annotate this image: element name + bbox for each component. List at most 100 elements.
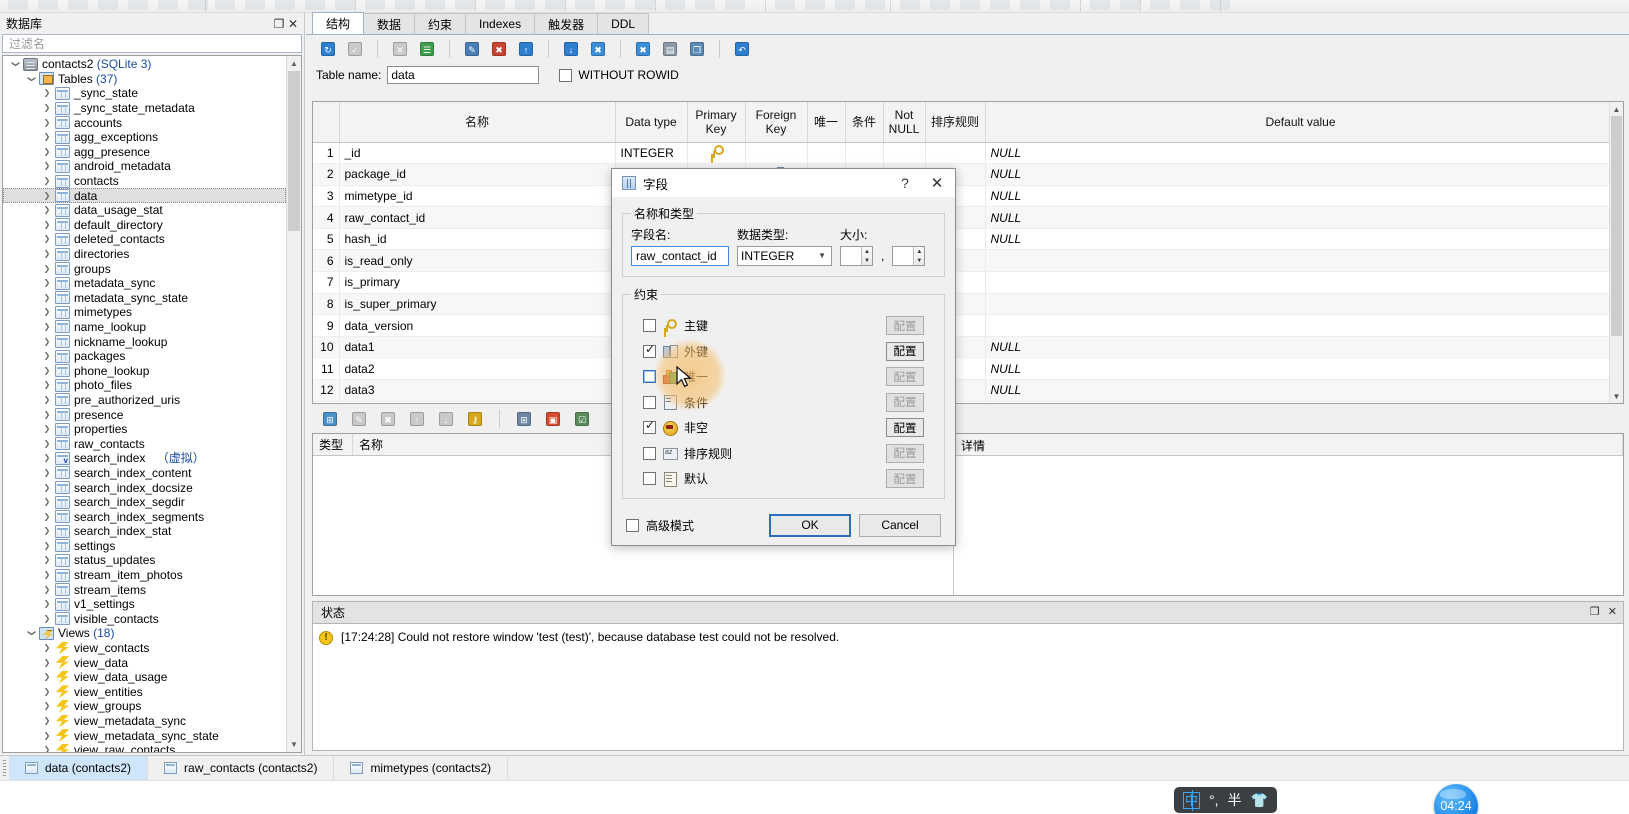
tree-item-view_contacts[interactable]: view_contacts [3,641,286,656]
window-tab-raw_contacts (contacts2)[interactable]: raw_contacts (contacts2) [148,756,335,780]
chevron-right-icon[interactable] [39,685,55,699]
chevron-right-icon[interactable] [39,145,55,159]
size-stepper[interactable]: ▲ ▼ [840,246,873,266]
grid-cell-name[interactable]: is_read_only [339,249,616,273]
status-close-icon[interactable]: ✕ [1608,605,1617,618]
grid-cell-name[interactable]: data_version [339,314,616,337]
toolbar-button-24[interactable] [725,0,745,10]
chevron-right-icon[interactable] [39,597,55,611]
tree-item-pre_authorized_uris[interactable]: pre_authorized_uris [3,393,286,408]
window-tab-mimetypes (contacts2)[interactable]: mimetypes (contacts2) [334,756,509,780]
grid-header-Not NULL[interactable]: Not NULL [883,102,926,143]
chevron-right-icon[interactable] [39,583,55,597]
chevron-right-icon[interactable] [39,466,55,480]
tree-item-Tables[interactable]: Tables (37) [3,72,286,87]
field-name-input[interactable] [631,246,729,266]
constraint-checkbox-外键[interactable] [643,342,656,358]
size-value[interactable] [841,247,861,265]
tree-item-search_index_content[interactable]: search_index_content [3,466,286,481]
grid-cell-default[interactable]: NULL [985,163,1617,186]
grid-header-排序规则[interactable]: 排序规则 [925,102,986,143]
editor-tabbar[interactable]: 结构 数据 约束 Indexes 触发器 DDL [306,12,1629,35]
add-check[interactable]: ☑ [570,408,594,430]
create-similar-table[interactable]: ✖ [586,38,610,60]
tree-item-view_data_usage[interactable]: view_data_usage [3,670,286,685]
chevron-right-icon[interactable] [39,101,55,115]
duplicate-table[interactable]: ❐ [685,38,709,60]
toolbar-button-18[interactable] [545,0,565,10]
tree-item-search_index_stat[interactable]: search_index_stat [3,524,286,539]
tree-item-presence[interactable]: presence [3,407,286,422]
window-tab-data (contacts2)[interactable]: data (contacts2) [9,756,149,780]
tree-item-android_metadata[interactable]: android_metadata [3,159,286,174]
window-tabs[interactable]: data (contacts2) raw_contacts (contacts2)… [0,755,1629,780]
chevron-right-icon[interactable] [39,262,55,276]
chevron-right-icon[interactable] [39,553,55,567]
grid-cell-default[interactable]: NULL [985,357,1617,381]
chevron-right-icon[interactable] [39,699,55,713]
grid-cell-name[interactable]: is_super_primary [339,293,616,316]
grid-cell-name[interactable]: raw_contact_id [339,206,616,229]
tree-item-stream_items[interactable]: stream_items [3,582,286,597]
dialog-help-icon[interactable]: ? [889,169,921,197]
grid-cell-name[interactable]: is_primary [339,271,616,294]
index-toolbar[interactable]: ⊞ ✎ ✖ ↑ ↓ ⚷ ⊞ ▣ ☑ [312,405,594,433]
size-stepper-down-icon[interactable]: ▼ [862,256,872,265]
grid-cell-name[interactable]: _id [339,142,616,165]
constraints-list[interactable]: 主键配置外键配置唯一配置条件配置非空配置排序规则配置默认配置 [631,307,936,494]
tree-item-search_index_docsize[interactable]: search_index_docsize [3,480,286,495]
constraint-row-排序规则[interactable]: 排序规则 配置 [643,441,934,467]
chevron-right-icon[interactable] [39,393,55,407]
grid-row[interactable]: 11 data2 NULL [313,357,1617,381]
columns-grid[interactable]: 名称 Data type Primary Key Foreign Key 唯一 条件 Not… [313,102,1617,402]
tree-scroll-up-icon[interactable]: ▲ [287,56,301,71]
tree-item-view_metadata_sync[interactable]: view_metadata_sync [3,714,286,729]
tree-item-visible_contacts[interactable]: visible_contacts [3,612,286,627]
window-tabs-grip[interactable] [0,756,9,780]
chevron-right-icon[interactable] [39,568,55,582]
dock-close-icon[interactable]: ✕ [286,17,300,31]
status-float-icon[interactable]: ❐ [1590,605,1600,618]
chevron-right-icon[interactable] [39,305,55,319]
tree-item-contacts[interactable]: contacts [3,174,286,189]
ok-button[interactable]: OK [769,513,851,537]
export-table[interactable]: ▤ [658,38,682,60]
scale-stepper-buttons[interactable]: ▲ ▼ [913,247,925,265]
tree-item-default_directory[interactable]: default_directory [3,218,286,233]
grid-row[interactable]: 4 raw_contact_id NULL [313,206,1617,229]
grid-row[interactable]: 10 data1 NULL [313,336,1617,359]
grid-cell-name[interactable]: data3 [339,379,616,402]
cancel-button[interactable]: Cancel [859,513,941,537]
toolbar-button-36[interactable] [1120,0,1140,10]
grid-row[interactable]: 3 mimetype_id NULL [313,185,1617,208]
toolbar-button-25[interactable] [775,0,795,10]
columns-grid-body[interactable]: 1_idINTEGERNULL2package_idINTEGERNULL3mi… [313,142,1617,402]
chevron-right-icon[interactable] [39,656,55,670]
tree-item-deleted_contacts[interactable]: deleted_contacts [3,232,286,247]
tree-item-agg_exceptions[interactable]: agg_exceptions [3,130,286,145]
chevron-right-icon[interactable] [39,116,55,130]
tree-item-search_index_segdir[interactable]: search_index_segdir [3,495,286,510]
grid-header-Primary Key[interactable]: Primary Key [687,102,746,143]
chevron-right-icon[interactable] [39,174,55,188]
move-column-down[interactable]: ↓ [559,38,583,60]
constraint-checkbox-默认[interactable] [643,472,656,486]
tree-item-nickname_lookup[interactable]: nickname_lookup [3,334,286,349]
constraint-row-唯一[interactable]: 唯一 配置 [643,364,934,390]
grid-header-名称[interactable]: 名称 [339,102,616,143]
toolbar-button-15[interactable] [455,0,475,10]
tree-scroll-thumb[interactable] [288,71,300,231]
tree-item-accounts[interactable]: accounts [3,115,286,130]
toolbar-button-9[interactable] [275,0,295,10]
chevron-right-icon[interactable] [39,495,55,509]
chevron-right-icon[interactable] [39,729,55,743]
chevron-right-icon[interactable] [39,247,55,261]
toolbar-button-32[interactable] [990,0,1010,10]
grid-row[interactable]: 2package_idINTEGERNULL [313,163,1617,186]
toolbar-button-10[interactable] [305,0,325,10]
chevron-right-icon[interactable] [39,232,55,246]
toolbar-button-16[interactable] [485,0,505,10]
chevron-right-icon[interactable] [39,670,55,684]
chevron-right-icon[interactable] [39,612,55,626]
toolbar-button-12[interactable] [365,0,385,10]
